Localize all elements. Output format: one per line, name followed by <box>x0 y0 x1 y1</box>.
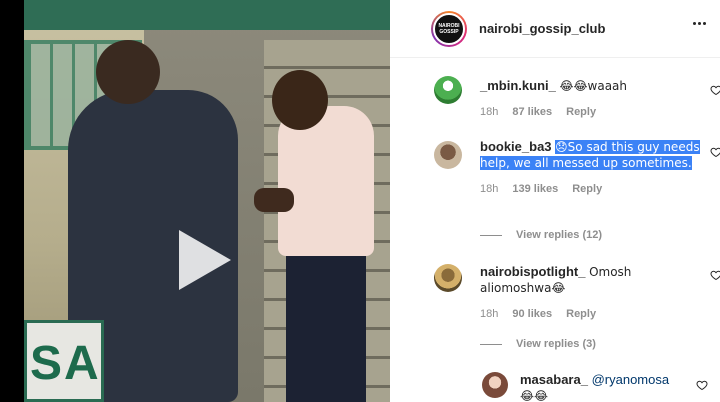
more-options-icon[interactable] <box>693 22 706 25</box>
comments-panel: NAIROBI GOSSIP nairobi_gossip_club _mbin.… <box>390 0 720 402</box>
comment-username[interactable]: nairobispotlight_ <box>480 264 585 279</box>
comment-username[interactable]: _mbin.kuni_ <box>480 78 556 93</box>
comment-text: 😂😂 <box>520 389 549 402</box>
heart-icon[interactable] <box>710 146 720 158</box>
comment-time: 18h <box>480 308 499 320</box>
comment-item: masabara_ @ryanomosa 😂😂 <box>482 372 708 402</box>
comment-text: 😂😂waaah <box>559 79 628 93</box>
avatar[interactable] <box>434 264 462 292</box>
comment-likes[interactable]: 90 likes <box>512 308 552 320</box>
comment-item: bookie_ba3 😞So sad this guy needs help, … <box>434 139 720 195</box>
avatar[interactable] <box>434 141 462 169</box>
reply-button[interactable]: Reply <box>566 308 596 320</box>
comment-likes[interactable]: 87 likes <box>512 106 552 118</box>
comment-mention[interactable]: @ryanomosa <box>592 372 670 387</box>
comment-username[interactable]: masabara_ <box>520 372 588 387</box>
comment-username[interactable]: bookie_ba3 <box>480 139 552 154</box>
view-replies-label: View replies (12) <box>516 229 603 241</box>
video-player[interactable]: SA <box>24 0 390 402</box>
view-replies-label: View replies (3) <box>516 338 596 350</box>
play-icon[interactable] <box>179 230 231 290</box>
reply-button[interactable]: Reply <box>572 183 602 195</box>
reply-button[interactable]: Reply <box>566 106 596 118</box>
heart-icon[interactable] <box>710 269 720 281</box>
video-frame: SA <box>24 0 390 402</box>
comment-time: 18h <box>480 183 499 195</box>
comment-item: _mbin.kuni_ 😂😂waaah 18h 87 likes Reply <box>434 74 720 118</box>
avatar[interactable] <box>434 76 462 104</box>
avatar[interactable]: NAIROBI GOSSIP <box>431 11 467 47</box>
comment-item: nairobispotlight_ Omosh aliomoshwa😂 18h … <box>434 264 720 320</box>
avatar[interactable] <box>482 372 508 398</box>
comment-likes[interactable]: 139 likes <box>512 183 558 195</box>
club-logo: NAIROBI GOSSIP <box>433 13 465 45</box>
comment-time: 18h <box>480 106 499 118</box>
post-header: NAIROBI GOSSIP nairobi_gossip_club <box>390 0 720 58</box>
heart-icon[interactable] <box>696 379 708 391</box>
view-replies-button[interactable]: View replies (3) <box>480 338 596 350</box>
view-replies-button[interactable]: View replies (12) <box>480 229 602 241</box>
sign-text: SA <box>30 337 101 390</box>
heart-icon[interactable] <box>710 84 720 96</box>
post-username[interactable]: nairobi_gossip_club <box>479 21 605 36</box>
